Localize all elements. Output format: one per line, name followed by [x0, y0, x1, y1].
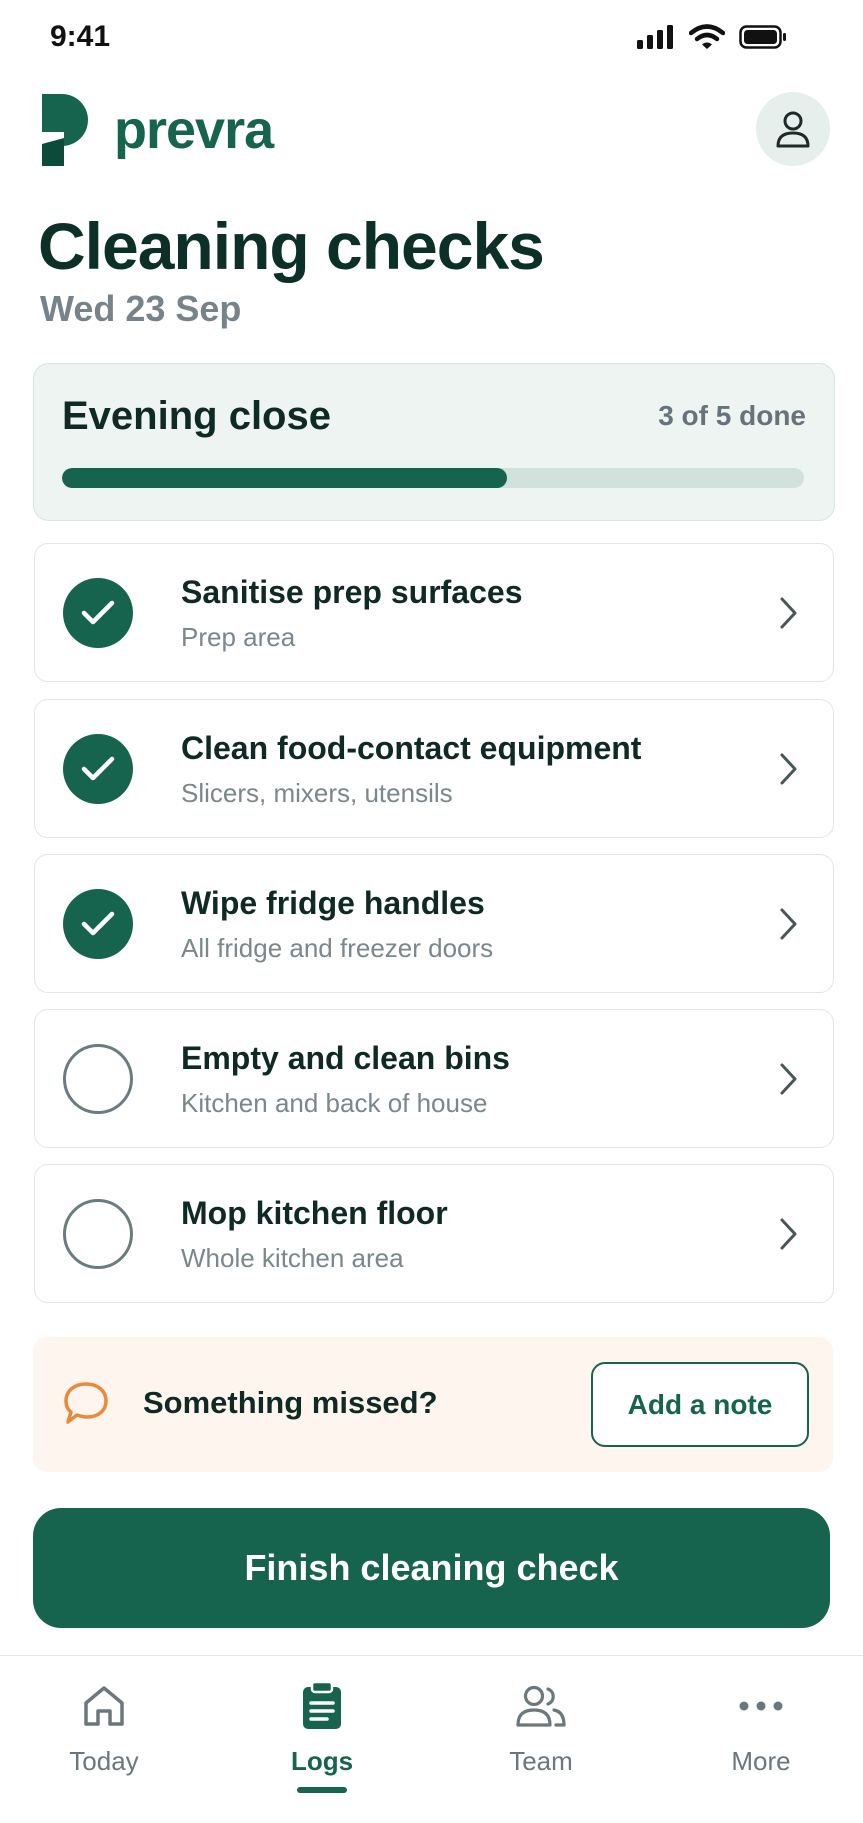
chevron-right-icon [780, 753, 797, 785]
more-icon [739, 1701, 783, 1711]
task-item[interactable]: Wipe fridge handles All fridge and freez… [34, 854, 834, 993]
nav-item-team[interactable]: Team [461, 1678, 621, 1798]
task-subtitle: Kitchen and back of house [181, 1088, 488, 1118]
people-icon [516, 1685, 566, 1727]
task-title: Clean food-contact equipment [181, 730, 642, 766]
speech-bubble-icon [64, 1382, 108, 1424]
check-icon [81, 600, 115, 625]
nav-item-more[interactable]: More [681, 1678, 841, 1798]
active-tab-indicator [297, 1787, 347, 1793]
status-bar: 9:41 [0, 0, 863, 80]
status-icons [637, 24, 787, 50]
battery-icon [739, 25, 786, 49]
cellular-signal-icon [637, 25, 673, 49]
progress-count: 3 of 5 done [658, 400, 806, 431]
app-logo[interactable]: prevra [38, 94, 274, 166]
chevron-right-icon [780, 908, 797, 940]
progress-bar [62, 468, 804, 488]
app-header: prevra [0, 88, 863, 178]
finish-cleaning-check-button[interactable]: Finish cleaning check [33, 1508, 830, 1628]
clipboard-icon [303, 1681, 341, 1729]
task-title: Wipe fridge handles [181, 885, 485, 921]
task-checkbox[interactable] [63, 1044, 133, 1114]
task-title: Empty and clean bins [181, 1040, 510, 1076]
prevra-logo-icon [42, 94, 88, 166]
wifi-icon [689, 24, 725, 49]
bottom-nav: Today Logs Team More [0, 1655, 863, 1823]
task-item[interactable]: Sanitise prep surfaces Prep area [34, 543, 834, 682]
task-item[interactable]: Mop kitchen floor Whole kitchen area [34, 1164, 834, 1303]
task-checkbox[interactable] [63, 578, 133, 648]
check-icon [81, 756, 115, 781]
task-title: Sanitise prep surfaces [181, 574, 523, 610]
progress-bar-fill [62, 468, 508, 488]
nav-label-team: Team [509, 1746, 573, 1776]
task-subtitle: All fridge and freezer doors [181, 933, 494, 963]
nav-item-logs[interactable]: Logs [242, 1678, 402, 1798]
task-checkbox[interactable] [63, 1199, 133, 1269]
task-checkbox[interactable] [63, 734, 133, 804]
checklist-progress-card: Evening close 3 of 5 done [33, 363, 835, 521]
status-time: 9:41 [50, 20, 111, 53]
chevron-right-icon [780, 1063, 797, 1095]
task-item[interactable]: Clean food-contact equipment Slicers, mi… [34, 699, 834, 838]
nav-item-today[interactable]: Today [24, 1678, 184, 1798]
chevron-right-icon [780, 597, 797, 629]
profile-button[interactable] [756, 92, 830, 166]
task-checkbox[interactable] [63, 889, 133, 959]
add-note-button[interactable]: Add a note [591, 1362, 809, 1447]
task-subtitle: Prep area [181, 622, 296, 652]
page-title: Cleaning checks [38, 209, 545, 283]
checklist-name: Evening close [62, 394, 331, 438]
home-icon [84, 1686, 124, 1726]
check-icon [81, 911, 115, 936]
nav-label-logs: Logs [290, 1746, 354, 1776]
page-date: Wed 23 Sep [40, 288, 242, 329]
task-subtitle: Slicers, mixers, utensils [181, 778, 453, 808]
missed-note-card: Something missed? Add a note [33, 1337, 833, 1472]
nav-label-today: Today [69, 1746, 139, 1776]
task-subtitle: Whole kitchen area [181, 1243, 404, 1273]
chevron-right-icon [780, 1218, 797, 1250]
nav-label-more: More [731, 1746, 791, 1776]
app-name: prevra [114, 100, 274, 160]
note-prompt: Something missed? [143, 1385, 438, 1420]
user-icon [776, 111, 810, 148]
task-title: Mop kitchen floor [181, 1195, 448, 1231]
task-item[interactable]: Empty and clean bins Kitchen and back of… [34, 1009, 834, 1148]
